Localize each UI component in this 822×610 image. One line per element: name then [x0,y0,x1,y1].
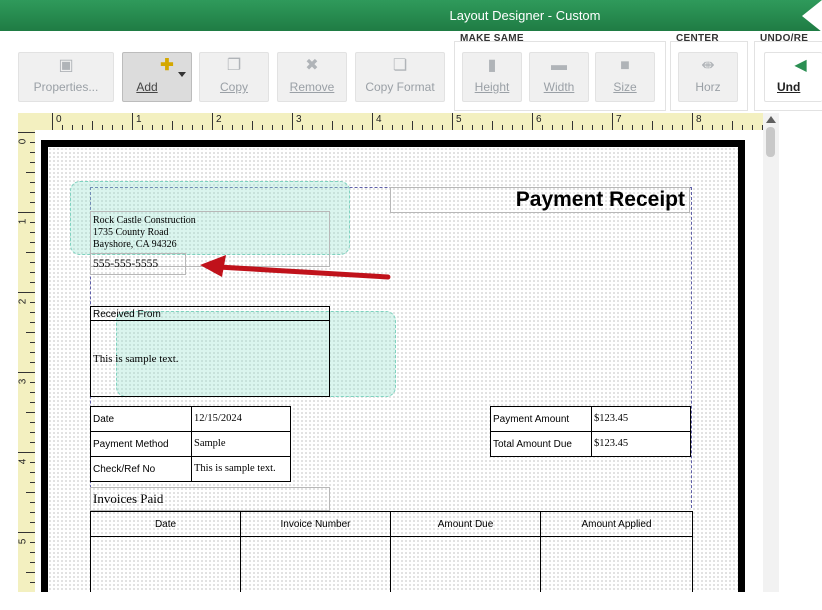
company-address-line1: 1735 County Road [93,227,169,238]
width-icon: ▬ [551,57,567,74]
form-page: Payment Receipt Rock Castle Construction… [41,140,745,595]
received-from-box[interactable]: Received From This is sample text. [90,306,330,397]
column-header-amount-applied[interactable]: Amount Applied [541,519,692,530]
ruler-h-1: 1 [136,114,142,125]
ruler-h-8: 8 [696,114,702,125]
column-header-amount-due[interactable]: Amount Due [391,519,540,530]
ruler-v-5: 5 [17,538,29,545]
ruler-h-5: 5 [456,114,462,125]
received-from-label: Received From [91,307,329,321]
date-value[interactable]: 12/15/2024 [191,406,291,432]
torn-edge [0,592,822,610]
copy-format-icon: ❏ [392,57,408,74]
copy-button[interactable]: ❐ Copy [199,52,269,102]
payment-method-label[interactable]: Payment Method [90,431,192,457]
window-title: Layout Designer - Custom [449,8,601,23]
form-title: Payment Receipt [515,188,685,211]
size-label: Size [613,80,637,94]
ruler-h-7: 7 [616,114,622,125]
received-from-value: This is sample text. [93,353,179,365]
vertical-ruler: 0 1 2 3 4 5 [17,130,36,595]
ruler-h-0: 0 [56,114,62,125]
ruler-h-6: 6 [536,114,542,125]
design-canvas[interactable]: Payment Receipt Rock Castle Construction… [35,130,763,595]
copy-label: Copy [219,80,248,94]
horz-label: Horz [695,80,721,94]
scroll-up-arrow-icon[interactable] [766,116,776,123]
ruler-h-4: 4 [376,114,382,125]
title-bar: Layout Designer - Custom [0,0,822,32]
undo-label: Und [777,80,801,94]
center-horizontal-icon: ⇼ [701,57,715,74]
add-dropdown-chevron-icon[interactable] [178,72,186,77]
payment-amount-value[interactable]: $123.45 [591,406,691,432]
check-ref-label[interactable]: Check/Ref No [90,456,192,482]
red-arrow-annotation [200,255,391,280]
ruler-v-4: 4 [17,458,29,465]
width-label: Width [543,80,575,94]
total-amount-due-value[interactable]: $123.45 [591,431,691,457]
add-button[interactable]: ✚ Add [122,52,192,102]
remove-label: Remove [289,80,335,94]
size-button[interactable]: ■ Size [595,52,655,102]
properties-icon: ▣ [58,57,74,74]
undo-button[interactable]: ◀ Und [764,52,822,102]
size-icon: ■ [620,57,630,74]
horz-button[interactable]: ⇼ Horz [678,52,738,102]
toolbar: ▣ Properties... ✚ Add ❐ Copy ✖ Remove ❏ … [0,31,822,113]
invoices-header-divider [91,536,692,537]
company-address-line2: Bayshore, CA 94326 [93,239,177,250]
ruler-h-3: 3 [296,114,302,125]
ruler-h-2: 2 [216,114,222,125]
payment-amount-label[interactable]: Payment Amount [490,406,592,432]
company-phone: 555-555-5555 [93,258,159,270]
title-bar-notch [802,0,822,32]
copy-icon: ❐ [226,57,242,74]
undo-icon: ◀ [794,57,807,74]
company-name: Rock Castle Construction [93,215,196,226]
ruler-v-0: 0 [17,138,29,145]
properties-label: Properties... [33,80,99,94]
ruler-v-1: 1 [17,218,29,225]
width-button[interactable]: ▬ Width [529,52,589,102]
ruler-v-3: 3 [17,378,29,385]
column-header-invoice-number[interactable]: Invoice Number [241,519,390,530]
date-label[interactable]: Date [90,406,192,432]
copy-format-button[interactable]: ❏ Copy Format [355,52,445,102]
copy-format-label: Copy Format [365,80,435,94]
invoices-paid-title-field[interactable]: Invoices Paid [90,487,330,511]
column-header-date[interactable]: Date [91,519,240,530]
title-field[interactable]: Payment Receipt [390,187,690,213]
horizontal-ruler: 0 1 2 3 4 5 6 7 8 [18,113,763,131]
properties-button[interactable]: ▣ Properties... [18,52,114,102]
company-phone-field[interactable]: 555-555-5555 [90,253,186,275]
scrollbar-thumb[interactable] [766,127,775,157]
remove-icon: ✖ [305,57,319,74]
add-label: Add [136,80,158,94]
height-label: Height [474,80,510,94]
vertical-scrollbar[interactable] [763,113,779,595]
payment-method-value[interactable]: Sample [191,431,291,457]
check-ref-value[interactable]: This is sample text. [191,456,291,482]
total-amount-due-label[interactable]: Total Amount Due [490,431,592,457]
invoices-paid-title: Invoices Paid [93,491,164,506]
height-icon: ▮ [487,57,497,74]
height-button[interactable]: ▮ Height [462,52,522,102]
ruler-v-2: 2 [17,298,29,305]
invoices-table[interactable]: Date Invoice Number Amount Due Amount Ap… [90,511,693,595]
remove-button[interactable]: ✖ Remove [277,52,347,102]
